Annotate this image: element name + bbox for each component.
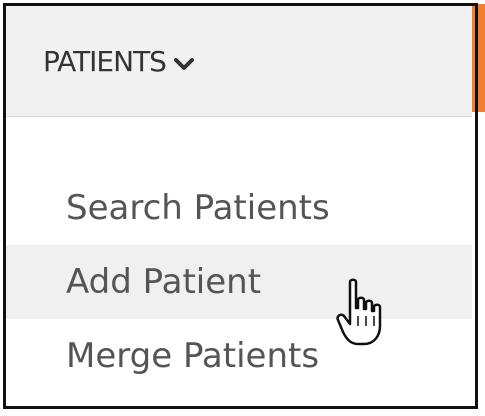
patients-dropdown-menu: Search Patients Add Patient Merge Patien… [6, 171, 472, 393]
menu-title: PATIENTS [43, 45, 167, 78]
screenshot-frame: PATIENTS Search Patients Add Patient Mer… [0, 0, 485, 416]
menu-item-merge-patients[interactable]: Merge Patients [6, 319, 472, 393]
chevron-down-icon [173, 57, 194, 71]
patients-menu-toggle[interactable]: PATIENTS [43, 48, 194, 76]
menu-item-label: Search Patients [66, 188, 330, 228]
menu-item-label: Add Patient [66, 262, 262, 302]
menu-item-add-patient[interactable]: Add Patient [6, 245, 472, 319]
menu-item-label: Merge Patients [66, 336, 320, 376]
menu-item-search-patients[interactable]: Search Patients [6, 171, 472, 245]
